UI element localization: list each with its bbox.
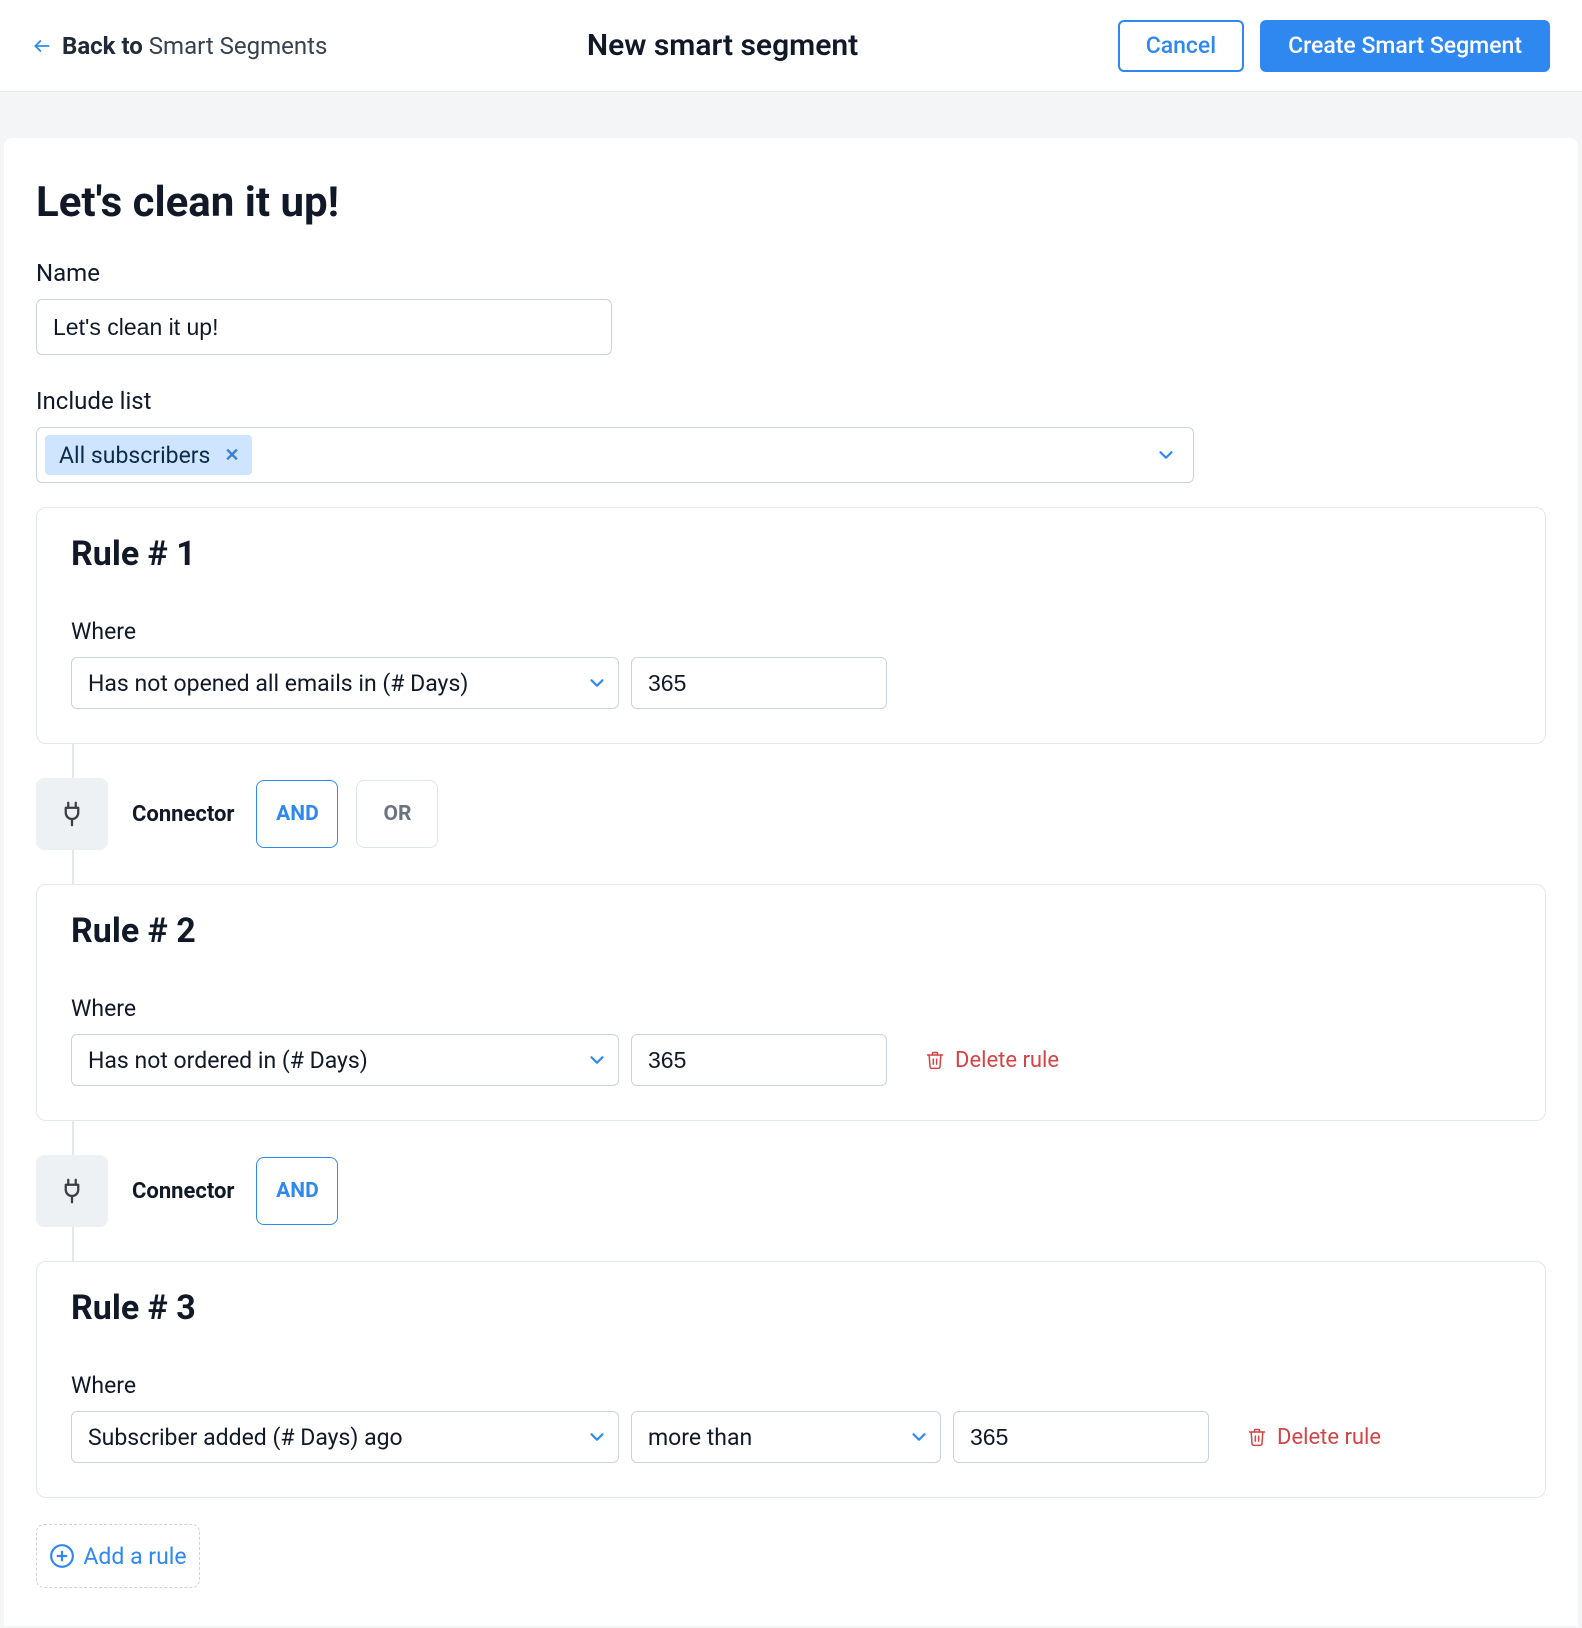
rule-3-comparator-select[interactable]: more than xyxy=(631,1411,941,1463)
rule-2-delete-button[interactable]: Delete rule xyxy=(925,1048,1059,1073)
include-list-select[interactable]: All subscribers ✕ xyxy=(36,427,1194,483)
trash-icon xyxy=(925,1050,945,1070)
name-field: Name xyxy=(36,259,1546,355)
chevron-down-icon xyxy=(1155,444,1177,466)
arrow-left-icon xyxy=(32,36,52,56)
connector-1-and-toggle[interactable]: AND xyxy=(256,780,338,848)
rules-area: Rule # 1 Where Has not opened all emails… xyxy=(36,507,1546,1588)
plug-icon xyxy=(36,778,108,850)
rule-2-value-input[interactable] xyxy=(631,1034,887,1086)
content-sheet: Let's clean it up! Name Include list All… xyxy=(4,138,1578,1626)
rule-3-value-input[interactable] xyxy=(953,1411,1209,1463)
add-rule-label: Add a rule xyxy=(83,1543,186,1570)
rule-card-3: Rule # 3 Where Subscriber added (# Days)… xyxy=(36,1261,1546,1498)
cancel-button[interactable]: Cancel xyxy=(1118,20,1244,72)
connector-1: Connector AND OR xyxy=(36,744,1546,884)
include-list-label: Include list xyxy=(36,387,1546,415)
segment-title: Let's clean it up! xyxy=(36,178,1546,227)
rule-card-2: Rule # 2 Where Has not ordered in (# Day… xyxy=(36,884,1546,1121)
include-list-chip-label: All subscribers xyxy=(59,442,210,469)
connector-1-or-toggle[interactable]: OR xyxy=(356,780,438,848)
create-smart-segment-button[interactable]: Create Smart Segment xyxy=(1260,20,1550,72)
connector-2-wrap: Connector AND xyxy=(36,1121,1546,1261)
rule-card-1: Rule # 1 Where Has not opened all emails… xyxy=(36,507,1546,744)
back-link[interactable]: Back to Smart Segments xyxy=(32,32,327,60)
page-title-heading: New smart segment xyxy=(587,28,858,63)
name-input[interactable] xyxy=(36,299,612,355)
connector-2: Connector AND xyxy=(36,1121,1546,1261)
plug-icon xyxy=(36,1155,108,1227)
connector-1-wrap: Connector AND OR xyxy=(36,744,1546,884)
rule-3-comparator-text: more than xyxy=(648,1424,752,1451)
rule-3-delete-label: Delete rule xyxy=(1277,1425,1381,1450)
rule-1-value-input[interactable] xyxy=(631,657,887,709)
rule-3-condition-text: Subscriber added (# Days) ago xyxy=(88,1424,403,1451)
rule-2-title: Rule # 2 xyxy=(71,911,1511,951)
include-list-field: Include list All subscribers ✕ xyxy=(36,387,1546,483)
rule-3-title: Rule # 3 xyxy=(71,1288,1511,1328)
plus-circle-icon xyxy=(49,1543,75,1569)
add-rule-button[interactable]: Add a rule xyxy=(36,1524,200,1588)
include-list-chip: All subscribers ✕ xyxy=(45,435,252,475)
rule-2-condition-text: Has not ordered in (# Days) xyxy=(88,1047,368,1074)
chevron-down-icon xyxy=(586,1426,608,1448)
chevron-down-icon xyxy=(586,1049,608,1071)
close-icon[interactable]: ✕ xyxy=(224,445,239,466)
topbar-actions: Cancel Create Smart Segment xyxy=(1118,20,1550,72)
top-bar: Back to Smart Segments New smart segment… xyxy=(0,0,1582,92)
rule-1-condition-select[interactable]: Has not opened all emails in (# Days) xyxy=(71,657,619,709)
rule-2-delete-label: Delete rule xyxy=(955,1048,1059,1073)
rule-2-condition-select[interactable]: Has not ordered in (# Days) xyxy=(71,1034,619,1086)
rule-3-delete-button[interactable]: Delete rule xyxy=(1247,1425,1381,1450)
chevron-down-icon xyxy=(908,1426,930,1448)
rule-1-where-label: Where xyxy=(71,618,1511,645)
chevron-down-icon xyxy=(586,672,608,694)
back-label-tail: Smart Segments xyxy=(149,32,328,60)
connector-2-and-toggle[interactable]: AND xyxy=(256,1157,338,1225)
back-label-strong: Back to xyxy=(62,32,143,60)
connector-2-label: Connector xyxy=(132,1179,234,1204)
connector-1-label: Connector xyxy=(132,802,234,827)
rule-1-condition-text: Has not opened all emails in (# Days) xyxy=(88,670,468,697)
trash-icon xyxy=(1247,1427,1267,1447)
name-label: Name xyxy=(36,259,1546,287)
rule-3-condition-select[interactable]: Subscriber added (# Days) ago xyxy=(71,1411,619,1463)
rule-2-where-label: Where xyxy=(71,995,1511,1022)
rule-3-where-label: Where xyxy=(71,1372,1511,1399)
rule-1-title: Rule # 1 xyxy=(71,534,1511,574)
